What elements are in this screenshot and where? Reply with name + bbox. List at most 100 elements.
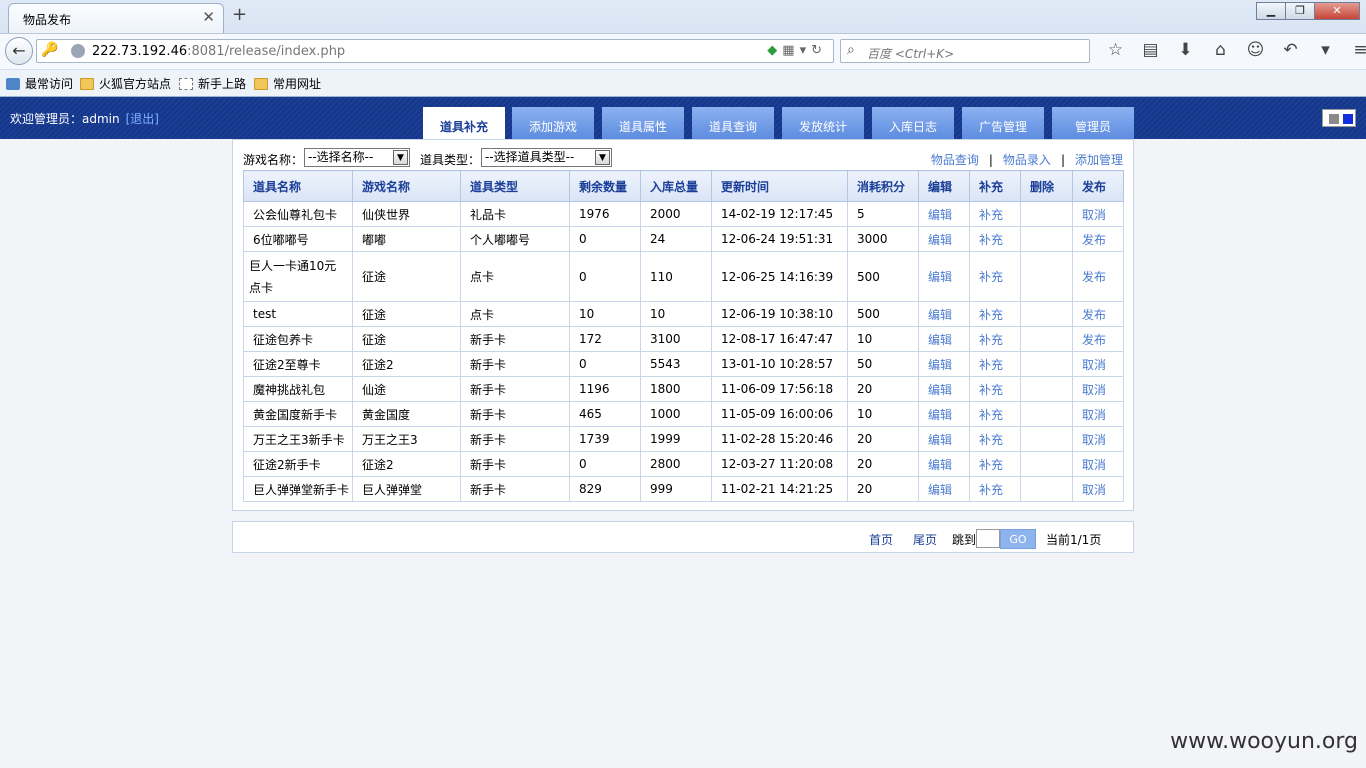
tab-item-attributes[interactable]: 道具属性 [602,107,684,139]
menu-icon[interactable]: ≡ [1343,40,1366,60]
item-name: 征途包养卡 [243,326,353,352]
item-entry-link[interactable]: 物品录入 [1003,153,1051,167]
publish-toggle-link[interactable]: 取消 [1072,426,1124,452]
maximize-button[interactable]: ❐ [1285,2,1315,20]
tab-item-supply[interactable]: 道具补充 [423,107,505,139]
item-query-link[interactable]: 物品查询 [931,153,979,167]
publish-toggle-link[interactable]: 取消 [1072,401,1124,427]
minimize-button[interactable]: ▁ [1256,2,1286,20]
dropdown-icon[interactable]: ▾ [800,43,812,58]
tab-add-game[interactable]: 添加游戏 [512,107,594,139]
game-name: 征途2 [352,351,461,377]
chevron-down-icon[interactable]: ▼ [393,150,408,165]
download-icon[interactable]: ⬇ [1168,40,1203,60]
edit-link[interactable]: 编辑 [918,401,970,427]
shield-icon[interactable]: ◆ [767,43,782,58]
edit-link[interactable]: 编辑 [918,326,970,352]
edit-link[interactable]: 编辑 [918,226,970,252]
bookmark-getting-started[interactable]: 新手上路 [179,75,246,92]
updated-time: 12-06-24 19:51:31 [711,226,848,252]
edit-link[interactable]: 编辑 [918,376,970,402]
qr-icon[interactable]: ▦ [782,43,799,58]
item-name: 征途2至尊卡 [243,351,353,377]
publish-toggle-link[interactable]: 发布 [1072,326,1124,352]
chevron-down-icon[interactable]: ▾ [1308,40,1343,60]
tab-issue-stats[interactable]: 发放统计 [782,107,864,139]
current-page-text: 当前1/1页 [1046,533,1102,547]
type-select[interactable]: --选择道具类型-- ▼ [481,148,612,167]
skin-switcher[interactable] [1322,109,1356,127]
bookmark-label: 常用网址 [273,77,322,91]
close-window-button[interactable]: ✕ [1314,2,1360,20]
supply-link[interactable]: 补充 [969,226,1021,252]
chevron-down-icon[interactable]: ▼ [595,150,610,165]
publish-toggle-link[interactable]: 取消 [1072,201,1124,227]
url-path: :8081/release/index.php [187,44,346,59]
bookmark-star-icon[interactable]: ☆ [1098,40,1133,60]
search-bar[interactable]: ⌕ 百度 <Ctrl+K> [840,39,1090,63]
publish-toggle-link[interactable]: 发布 [1072,301,1124,327]
go-button[interactable]: GO [1000,529,1036,549]
publish-toggle-link[interactable]: 发布 [1072,251,1124,302]
first-page-link[interactable]: 首页 [869,531,893,548]
supply-link[interactable]: 补充 [969,326,1021,352]
publish-toggle-link[interactable]: 取消 [1072,476,1124,502]
browser-tab[interactable]: 物品发布 ✕ [8,3,224,33]
item-type: 新手卡 [460,476,570,502]
table-row: 黄金国度新手卡 黄金国度 新手卡 465 1000 11-05-09 16:00:06 10… [243,401,1124,427]
delete-cell [1020,451,1073,477]
game-name: 仙侠世界 [352,201,461,227]
supply-link[interactable]: 补充 [969,376,1021,402]
supply-link[interactable]: 补充 [969,476,1021,502]
back-button[interactable]: ← [5,37,33,65]
game-select[interactable]: --选择名称-- ▼ [304,148,410,167]
add-admin-link[interactable]: 添加管理 [1075,153,1123,167]
smiley-icon[interactable]: ☺ [1238,40,1273,60]
address-bar[interactable]: 🔑 222.73.192.46:8081/release/index.php ◆… [36,39,834,63]
url-action-icons[interactable]: ◆▦▾↻ [767,43,827,58]
bookmarks-bar: 最常访问 火狐官方站点 新手上路 常用网址 [0,70,1366,96]
supply-link[interactable]: 补充 [969,351,1021,377]
bookmark-most-visited[interactable]: 最常访问 [6,75,73,92]
bookmark-firefox-site[interactable]: 火狐官方站点 [80,75,171,92]
supply-link[interactable]: 补充 [969,251,1021,302]
edit-link[interactable]: 编辑 [918,251,970,302]
publish-toggle-link[interactable]: 取消 [1072,451,1124,477]
reload-icon[interactable]: ↻ [811,43,827,58]
tab-item-query[interactable]: 道具查询 [692,107,774,139]
home-icon[interactable]: ⌂ [1203,40,1238,60]
points-cost: 5 [847,201,919,227]
col-item-name: 道具名称 [243,170,353,202]
tab-ad-management[interactable]: 广告管理 [962,107,1044,139]
supply-link[interactable]: 补充 [969,401,1021,427]
skin-blue-swatch[interactable] [1343,114,1353,124]
search-placeholder: 百度 <Ctrl+K> [867,47,955,61]
logout-link[interactable]: [退出] [126,112,159,126]
edit-link[interactable]: 编辑 [918,426,970,452]
edit-link[interactable]: 编辑 [918,351,970,377]
publish-toggle-link[interactable]: 取消 [1072,351,1124,377]
edit-link[interactable]: 编辑 [918,201,970,227]
edit-link[interactable]: 编辑 [918,301,970,327]
tab-stock-log[interactable]: 入库日志 [872,107,954,139]
col-delete: 删除 [1020,170,1073,202]
tab-administrators[interactable]: 管理员 [1052,107,1134,139]
tab-close-icon[interactable]: ✕ [202,8,215,26]
game-filter-label: 游戏名称： [243,153,304,167]
skin-gray-swatch[interactable] [1329,114,1339,124]
new-tab-icon[interactable]: + [232,4,247,25]
bookmark-common-sites[interactable]: 常用网址 [254,75,321,92]
edit-link[interactable]: 编辑 [918,451,970,477]
supply-link[interactable]: 补充 [969,451,1021,477]
reading-list-icon[interactable]: ▤ [1133,40,1168,60]
supply-link[interactable]: 补充 [969,426,1021,452]
supply-link[interactable]: 补充 [969,201,1021,227]
page-number-input[interactable] [976,529,1000,548]
supply-link[interactable]: 补充 [969,301,1021,327]
publish-toggle-link[interactable]: 发布 [1072,226,1124,252]
edit-link[interactable]: 编辑 [918,476,970,502]
identity-key-icon[interactable]: 🔑 [41,42,58,58]
last-page-link[interactable]: 尾页 [913,531,937,548]
publish-toggle-link[interactable]: 取消 [1072,376,1124,402]
undo-icon[interactable]: ↶ [1273,40,1308,60]
